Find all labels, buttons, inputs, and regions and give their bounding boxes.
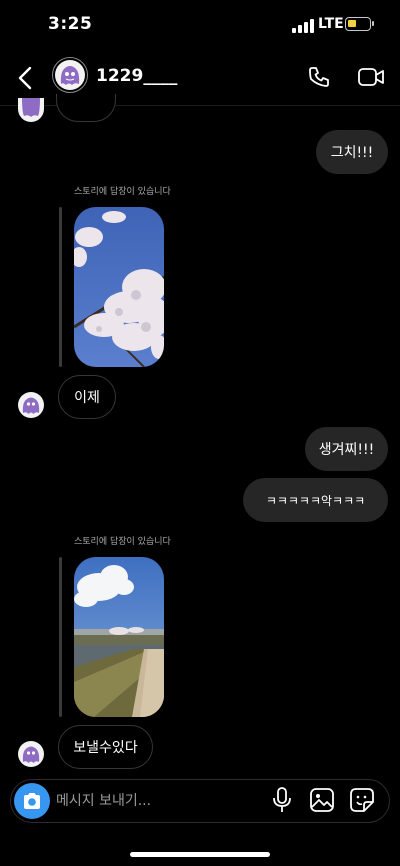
video-call-icon[interactable] <box>358 66 384 88</box>
contact-username[interactable]: 1229____ <box>96 66 177 86</box>
message-input[interactable] <box>56 788 256 814</box>
message-bubble-sent[interactable]: 그치!!! <box>316 130 388 174</box>
story-thumbnail-cherry-blossom[interactable] <box>74 207 164 367</box>
cellular-signal-icon <box>292 19 314 33</box>
ghost-avatar-icon <box>55 60 85 90</box>
contact-avatar-small <box>18 741 44 767</box>
message-bubble-sent[interactable]: 생겨찌!!! <box>305 427 388 471</box>
phone-call-icon[interactable] <box>307 65 331 89</box>
message-bubble-received[interactable]: 이제 <box>58 375 116 419</box>
reply-indicator-bar <box>59 207 62 367</box>
status-time: 3:25 <box>48 14 93 34</box>
battery-icon <box>345 17 374 31</box>
message-bubble-sent[interactable]: ㅋㅋㅋㅋㅋ악ㅋㅋㅋ <box>243 478 388 522</box>
message-bubble-received-partial[interactable] <box>56 94 116 122</box>
story-reply-caption: 스토리에 답장이 있습니다 <box>74 187 171 197</box>
story-thumbnail-riverside[interactable] <box>74 557 164 717</box>
sticker-icon[interactable] <box>350 788 374 812</box>
story-reply-caption: 스토리에 답장이 있습니다 <box>74 537 171 547</box>
back-arrow-icon[interactable] <box>16 66 36 90</box>
reply-indicator-bar <box>59 557 62 717</box>
contact-avatar-small <box>18 98 44 122</box>
microphone-icon[interactable] <box>272 787 292 813</box>
contact-avatar[interactable] <box>52 57 88 93</box>
home-indicator[interactable] <box>130 852 270 857</box>
gallery-icon[interactable] <box>310 788 334 812</box>
message-bubble-received[interactable]: 보낼수있다 <box>58 725 153 769</box>
network-type-label: LTE <box>318 16 344 32</box>
camera-button[interactable] <box>14 783 50 819</box>
contact-avatar-small <box>18 392 44 418</box>
camera-icon <box>24 793 40 809</box>
